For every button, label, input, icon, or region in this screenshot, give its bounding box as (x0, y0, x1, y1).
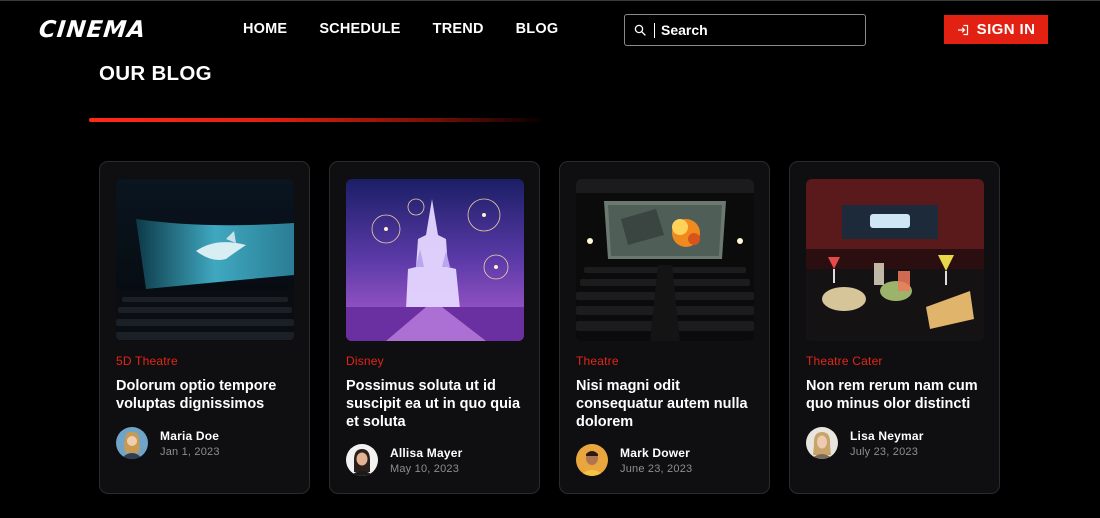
blog-card[interactable]: Disney Possimus soluta ut id suscipit ea… (329, 161, 540, 494)
section-title: OUR BLOG (99, 62, 212, 85)
avatar (806, 427, 838, 459)
text-cursor (654, 22, 655, 38)
sign-in-button[interactable]: SIGN IN (944, 15, 1048, 44)
post-title[interactable]: Possimus soluta ut id suscipit ea ut in … (346, 377, 531, 431)
avatar (346, 444, 378, 476)
blog-card[interactable]: Theatre Cater Non rem rerum nam cum quo … (789, 161, 1000, 494)
post-author: Lisa Neymar July 23, 2023 (806, 427, 924, 459)
site-header: CINEMA HOME SCHEDULE TREND BLOG SIGN IN (0, 0, 1100, 60)
dine-in-theatre-image[interactable] (806, 179, 984, 341)
nav-home[interactable]: HOME (243, 21, 287, 37)
author-info: Maria Doe Jan 1, 2023 (160, 429, 220, 458)
post-author: Maria Doe Jan 1, 2023 (116, 427, 220, 459)
post-title[interactable]: Non rem rerum nam cum quo minus olor dis… (806, 377, 991, 413)
author-name: Allisa Mayer (390, 445, 463, 460)
search-box[interactable] (624, 14, 866, 46)
post-category[interactable]: 5D Theatre (116, 354, 178, 368)
blog-card[interactable]: Theatre Nisi magni odit consequatur aute… (559, 161, 770, 494)
author-name: Lisa Neymar (850, 428, 924, 443)
site-logo[interactable]: CINEMA (38, 17, 148, 43)
shark-theatre-image[interactable] (116, 179, 294, 341)
post-date: June 23, 2023 (620, 462, 693, 475)
main-nav: HOME SCHEDULE TREND BLOG (243, 21, 590, 37)
post-title[interactable]: Nisi magni odit consequatur autem nulla … (576, 377, 761, 431)
post-category[interactable]: Theatre Cater (806, 354, 883, 368)
post-date: Jan 1, 2023 (160, 445, 220, 458)
avatar (576, 444, 608, 476)
author-info: Lisa Neymar July 23, 2023 (850, 429, 924, 458)
post-category[interactable]: Theatre (576, 354, 619, 368)
blog-card-list: 5D Theatre Dolorum optio tempore volupta… (99, 161, 1000, 494)
post-author: Mark Dower June 23, 2023 (576, 444, 692, 476)
search-input[interactable] (661, 22, 851, 38)
post-date: July 23, 2023 (850, 445, 919, 458)
author-name: Maria Doe (160, 428, 220, 443)
post-category[interactable]: Disney (346, 354, 384, 368)
search-icon (634, 24, 646, 36)
post-date: May 10, 2023 (390, 462, 460, 475)
login-icon (957, 24, 968, 35)
post-author: Allisa Mayer May 10, 2023 (346, 444, 462, 476)
title-underline (89, 118, 547, 122)
author-name: Mark Dower (620, 445, 691, 460)
nav-blog[interactable]: BLOG (516, 21, 559, 37)
sign-in-label: SIGN IN (976, 21, 1036, 38)
nav-trend[interactable]: TREND (433, 21, 484, 37)
post-title[interactable]: Dolorum optio tempore voluptas dignissim… (116, 377, 301, 413)
castle-fireworks-image[interactable] (346, 179, 524, 341)
author-info: Allisa Mayer May 10, 2023 (390, 446, 462, 475)
nav-schedule[interactable]: SCHEDULE (319, 21, 400, 37)
blog-card[interactable]: 5D Theatre Dolorum optio tempore volupta… (99, 161, 310, 494)
cinema-hall-image[interactable] (576, 179, 754, 341)
avatar (116, 427, 148, 459)
author-info: Mark Dower June 23, 2023 (620, 446, 692, 475)
